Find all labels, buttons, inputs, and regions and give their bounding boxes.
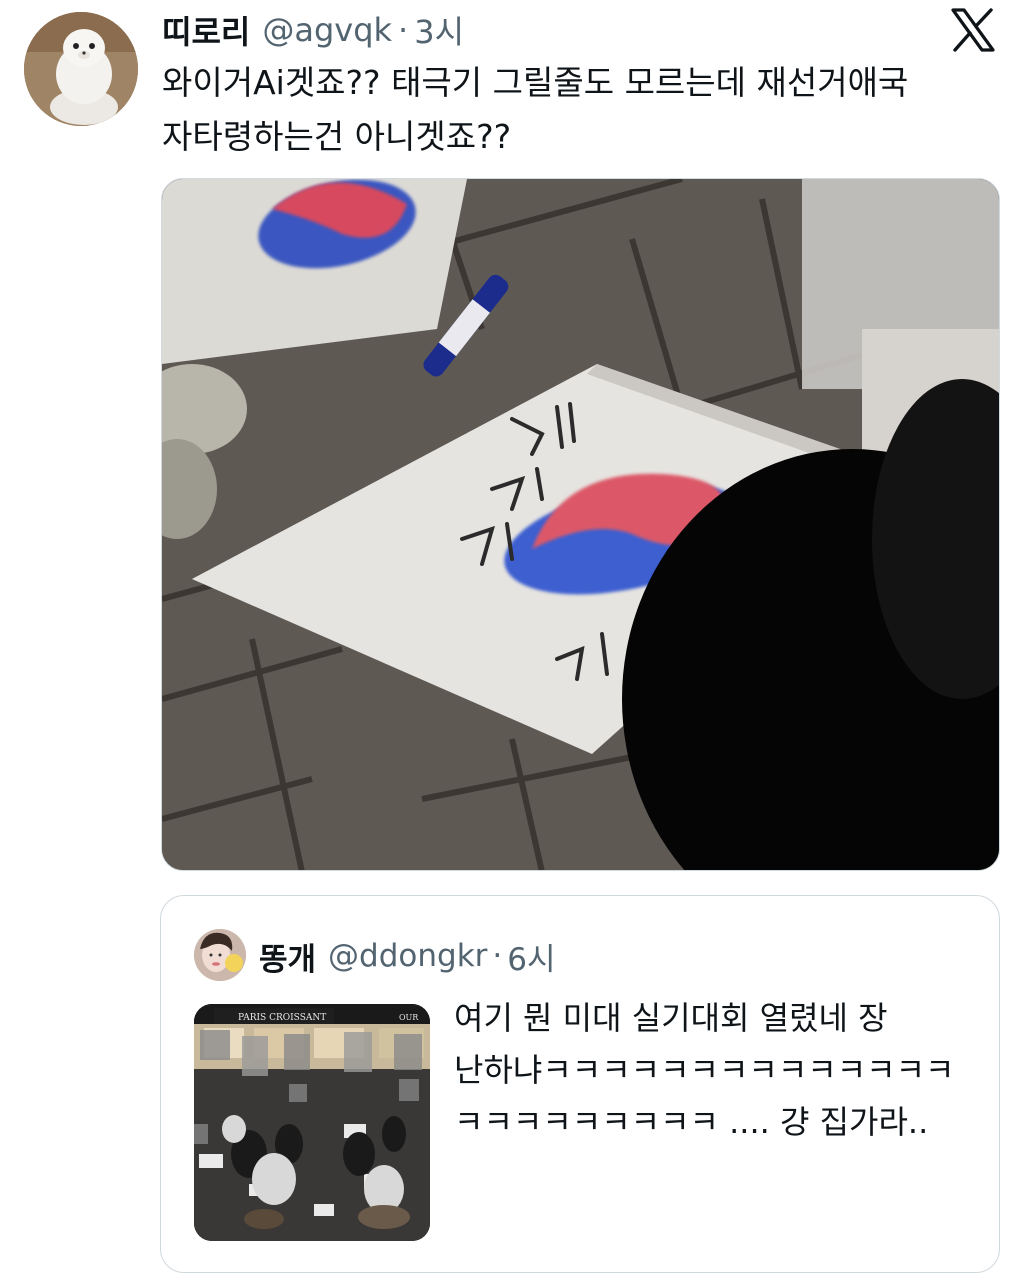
person-avatar-icon: [194, 929, 246, 981]
quoted-author-display-name[interactable]: 똥개: [259, 934, 316, 979]
quoted-tweet-text: 여기 뭔 미대 실기대회 열렸네 장 난하냐ㅋㅋㅋㅋㅋㅋㅋㅋㅋㅋㅋㅋㅋㅋ ㅋㅋㅋ…: [454, 992, 974, 1148]
quoted-text-line: 난하냐ㅋㅋㅋㅋㅋㅋㅋㅋㅋㅋㅋㅋㅋㅋ: [454, 1051, 955, 1089]
separator-dot: ·: [398, 11, 409, 49]
quoted-text-line: ㅋㅋㅋㅋㅋㅋㅋㅋㅋ .... 걍 집가라..: [454, 1103, 929, 1141]
storefront-sign-2: OUR: [399, 1013, 419, 1022]
quoted-author-handle[interactable]: @ddongkr: [328, 938, 487, 974]
quoted-author-avatar[interactable]: [194, 929, 246, 981]
tweet-text: 와이거Ai겟죠?? 태극기 그릴줄도 모르는데 재선거애국 자타령하는건 아니겟…: [162, 56, 1002, 164]
tweet-text-line: 와이거Ai겟죠?? 태극기 그릴줄도 모르는데 재선거애국: [162, 63, 909, 102]
photo-crowd-drawing-night: PARIS CROISSANT OUR: [194, 1004, 430, 1241]
tweet-text-line: 자타령하는건 아니겟죠??: [162, 117, 512, 156]
photo-taegukgi-drawings: [162, 179, 999, 870]
separator-dot: ·: [492, 938, 503, 974]
x-logo-icon[interactable]: [950, 8, 996, 52]
quoted-tweet-card[interactable]: 똥개 @ddongkr · 6시 PARIS CROISSANT OUR 여기 …: [160, 895, 1000, 1273]
quoted-tweet-header: 똥개 @ddongkr · 6시: [259, 934, 556, 978]
tweet-photo[interactable]: [161, 178, 1000, 871]
quoted-tweet-timestamp[interactable]: 6시: [507, 934, 555, 979]
storefront-sign: PARIS CROISSANT: [238, 1013, 326, 1023]
author-handle[interactable]: @agvqk: [262, 11, 392, 49]
quoted-tweet-photo[interactable]: PARIS CROISSANT OUR: [194, 1004, 430, 1241]
tweet-timestamp[interactable]: 3시: [414, 7, 464, 53]
tweet-header: 띠로리 @agvqk · 3시: [162, 8, 464, 52]
author-display-name[interactable]: 띠로리: [162, 7, 250, 53]
quoted-text-line: 여기 뭔 미대 실기대회 열렸네 장: [454, 999, 888, 1037]
author-avatar[interactable]: [24, 12, 138, 126]
seal-plush-avatar: [24, 12, 138, 126]
